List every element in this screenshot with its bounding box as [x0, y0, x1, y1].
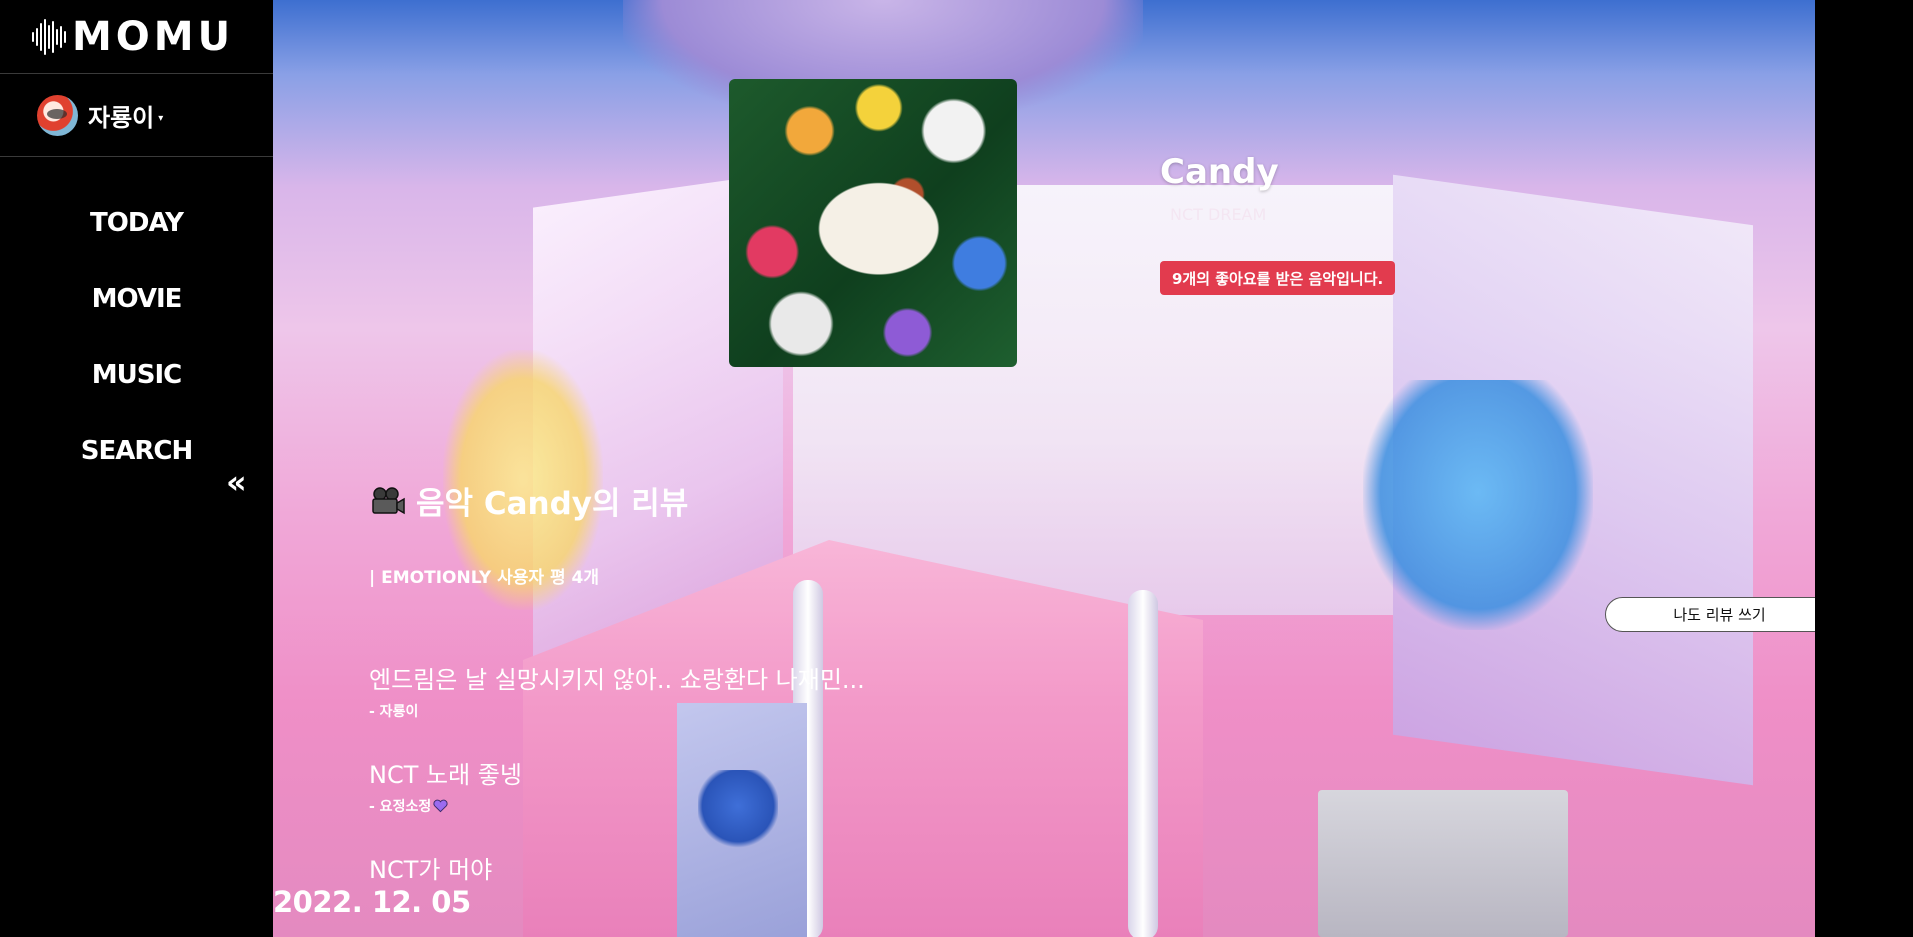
- reviews-heading: 음악 Candy의 리뷰: [370, 478, 688, 523]
- reviews-count: | EMOTIONLY 사용자 평 4개: [369, 568, 599, 588]
- user-name: 자룡이: [88, 103, 155, 132]
- user-menu[interactable]: 자룡이 ▾: [0, 74, 273, 157]
- sound-wave-icon: [32, 17, 66, 57]
- review-text: NCT 노래 좋넹: [369, 761, 522, 789]
- collapse-sidebar-button[interactable]: «: [226, 463, 247, 501]
- background-decoration: [1128, 590, 1158, 937]
- background-decoration: [1363, 380, 1593, 630]
- like-count-badge: 9개의 좋아요를 받은 음악입니다.: [1160, 261, 1396, 295]
- app-logo[interactable]: MOMU: [0, 0, 273, 74]
- main-content: Candy NCT DREAM 9개의 좋아요를 받은 음악입니다. 음악 Ca…: [273, 0, 1815, 937]
- review-author-name: - 자룡이: [369, 704, 419, 720]
- review-text: NCT가 머야: [369, 856, 493, 884]
- review-author-name: - 요정소정: [369, 799, 432, 815]
- logo-text: MOMU: [72, 13, 235, 60]
- sidebar: MOMU 자룡이 ▾ TODAY MOVIE MUSIC SEARCH «: [0, 0, 273, 937]
- review-author: - 자룡이: [369, 701, 865, 721]
- review-author: - 요정소정: [369, 796, 522, 816]
- right-margin: [1815, 0, 1913, 937]
- avatar: [37, 94, 78, 136]
- reviews-heading-text: 음악 Candy의 리뷰: [416, 486, 689, 522]
- chevron-down-icon: ▾: [158, 112, 164, 124]
- song-title: Candy: [1160, 152, 1279, 192]
- nav-item-today[interactable]: TODAY: [0, 185, 273, 261]
- review-text: 엔드림은 날 실망시키지 않아.. 쇼랑환다 나재민...: [369, 666, 865, 694]
- write-review-button[interactable]: 나도 리뷰 쓰기: [1605, 597, 1815, 632]
- review-item: NCT 노래 좋넹 - 요정소정: [369, 755, 522, 816]
- date-label: 2022. 12. 05: [273, 885, 471, 919]
- movie-camera-icon: [370, 486, 406, 516]
- background-decoration: [698, 770, 778, 850]
- nav-item-music[interactable]: MUSIC: [0, 337, 273, 413]
- purple-heart-icon: [433, 799, 448, 813]
- nav-item-movie[interactable]: MOVIE: [0, 261, 273, 337]
- album-cover: [729, 79, 1017, 367]
- song-artist: NCT DREAM: [1170, 205, 1267, 224]
- review-item: 엔드림은 날 실망시키지 않아.. 쇼랑환다 나재민... - 자룡이: [369, 660, 865, 721]
- main-nav: TODAY MOVIE MUSIC SEARCH: [0, 185, 273, 489]
- background-decoration: [1318, 790, 1568, 937]
